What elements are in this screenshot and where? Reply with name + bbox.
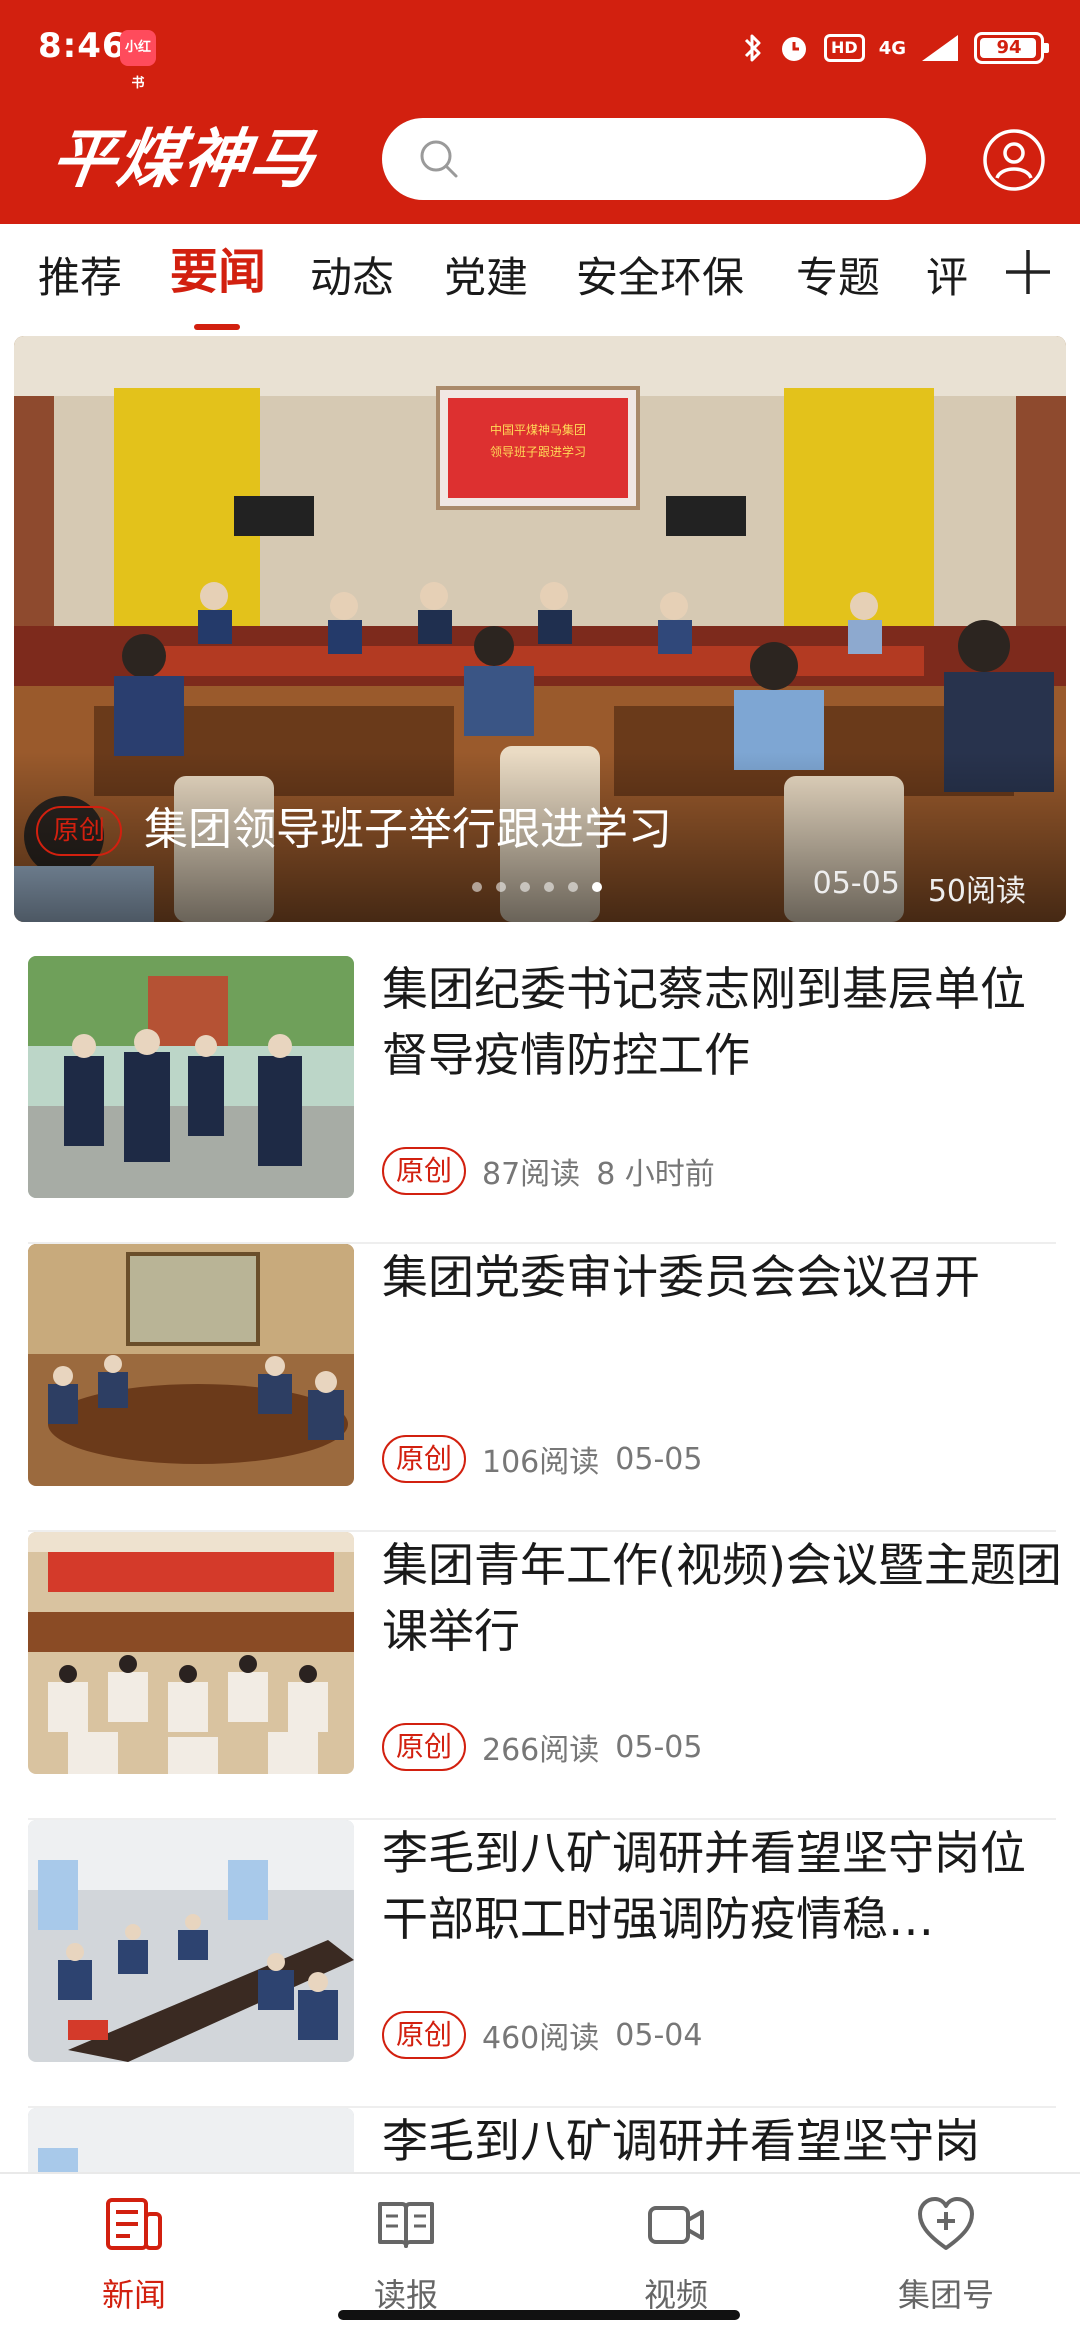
carousel-dot	[544, 882, 554, 892]
news-thumbnail	[28, 1244, 354, 1486]
nav-news-label: 新闻	[101, 2276, 166, 2314]
signal-icon	[922, 35, 958, 61]
hero-reads: 50阅读	[927, 874, 1026, 909]
app-logo[interactable]: 平煤神马	[46, 120, 327, 200]
news-time: 8 小时前	[596, 1157, 715, 1192]
news-thumbnail	[28, 1532, 354, 1774]
news-reads: 460阅读	[482, 2021, 600, 2056]
search-icon	[420, 140, 458, 178]
tab-commentary[interactable]: 评	[926, 248, 968, 308]
nav-newspaper[interactable]: 读报	[306, 2188, 506, 2318]
hero-carousel[interactable]: 中国平煤神马集团 领导班子跟进学习 原创 集团领导班子举行跟进学习 05-05 …	[14, 336, 1066, 922]
video-icon	[648, 2206, 704, 2244]
news-title[interactable]: 李毛到八矿调研并看望坚守岗	[382, 2108, 1056, 2172]
news-reads: 87阅读	[482, 1157, 581, 1192]
news-thumbnail	[28, 956, 354, 1198]
app-notification-icon: 小红书	[120, 30, 156, 91]
alarm-icon	[782, 37, 807, 61]
newspaper-icon	[378, 2202, 434, 2248]
tab-updates[interactable]: 动态	[310, 248, 394, 308]
carousel-dot-active	[592, 882, 602, 892]
battery-icon: 94	[974, 32, 1049, 64]
news-item[interactable]: 李毛到八矿调研并看望坚守岗	[28, 2108, 1056, 2172]
tab-party-building[interactable]: 党建	[444, 248, 528, 308]
carousel-dot	[520, 882, 530, 892]
home-indicator[interactable]	[338, 2310, 740, 2320]
carousel-dot	[568, 882, 578, 892]
hero-date: 05-05	[812, 866, 900, 901]
news-meta: 原创 106阅读 05-05	[382, 1434, 702, 1484]
nav-group-account-label: 集团号	[897, 2276, 994, 2314]
news-item[interactable]: 集团纪委书记蔡志刚到基层单位督导疫情防控工作 原创 87阅读 8 小时前	[28, 956, 1056, 1244]
news-meta: 原创 87阅读 8 小时前	[382, 1146, 715, 1196]
hero-original-badge: 原创	[36, 806, 122, 856]
news-title[interactable]: 集团纪委书记蔡志刚到基层单位督导疫情防控工作	[382, 956, 1062, 1088]
heart-plus-icon	[918, 2197, 974, 2250]
hd-icon: HD	[824, 34, 865, 62]
news-time: 05-05	[615, 1729, 703, 1765]
status-icons: HD 4G 94	[742, 28, 1049, 68]
news-item[interactable]: 集团青年工作(视频)会议暨主题团课举行 原创 266阅读 05-05	[28, 1532, 1062, 1820]
carousel-dot	[496, 882, 506, 892]
news-title[interactable]: 集团党委审计委员会会议召开	[382, 1244, 1062, 1376]
tab-safety-environment[interactable]: 安全环保	[576, 248, 744, 308]
active-tab-indicator	[194, 324, 240, 330]
news-reads: 106阅读	[482, 1445, 600, 1480]
original-badge: 原创	[382, 2011, 466, 2059]
news-item[interactable]: 集团党委审计委员会会议召开 原创 106阅读 05-05	[28, 1244, 1056, 1532]
news-thumbnail	[28, 2108, 354, 2172]
nav-news[interactable]: 新闻	[34, 2188, 234, 2318]
search-bar[interactable]	[382, 118, 926, 200]
plus-icon[interactable]	[1002, 246, 1054, 298]
search-input[interactable]	[478, 118, 898, 200]
original-badge: 原创	[382, 1147, 466, 1195]
status-time: 8:46	[38, 26, 127, 66]
news-time: 05-05	[615, 1441, 703, 1477]
screen-text-line2: 领导班子跟进学习	[490, 444, 586, 459]
news-thumbnail	[28, 1820, 354, 2062]
header-bar: 8:46 小红书 HD 4G 94 平煤神马	[0, 0, 1080, 224]
tab-headlines[interactable]: 要闻	[170, 242, 266, 302]
app-screen: 8:46 小红书 HD 4G 94 平煤神马 推荐 要闻 动态 党建 安全环保 …	[0, 0, 1080, 2340]
tab-recommend[interactable]: 推荐	[38, 248, 122, 308]
news-title[interactable]: 集团青年工作(视频)会议暨主题团课举行	[382, 1532, 1062, 1664]
network-type: 4G	[878, 37, 906, 59]
news-meta: 原创 266阅读 05-05	[382, 1722, 702, 1772]
hero-meta: 05-05 50阅读	[813, 866, 1026, 910]
news-title[interactable]: 李毛到八矿调研并看望坚守岗位干部职工时强调防疫情稳…	[382, 1820, 1062, 1952]
screen-text-line1: 中国平煤神马集团	[490, 422, 586, 437]
status-bar: 8:46 小红书 HD 4G 94	[0, 0, 1080, 96]
nav-video[interactable]: 视频	[576, 2188, 776, 2318]
carousel-dot	[472, 882, 482, 892]
news-time: 05-04	[615, 2017, 703, 2053]
news-reads: 266阅读	[482, 1733, 600, 1768]
original-badge: 原创	[382, 1435, 466, 1483]
tab-special-topics[interactable]: 专题	[796, 248, 880, 308]
original-badge: 原创	[382, 1723, 466, 1771]
carousel-indicator	[472, 882, 602, 892]
news-meta: 原创 460阅读 05-04	[382, 2010, 702, 2060]
nav-group-account[interactable]: 集团号	[846, 2188, 1046, 2318]
bluetooth-icon	[744, 34, 761, 62]
news-item[interactable]: 李毛到八矿调研并看望坚守岗位干部职工时强调防疫情稳… 原创 460阅读 05-0…	[28, 1820, 1056, 2108]
battery-level: 94	[996, 37, 1022, 58]
hero-title[interactable]: 集团领导班子举行跟进学习	[144, 800, 672, 860]
user-icon[interactable]	[982, 128, 1046, 192]
news-icon	[106, 2198, 162, 2250]
category-tabs: 推荐 要闻 动态 党建 安全环保 专题 评	[0, 224, 1080, 332]
